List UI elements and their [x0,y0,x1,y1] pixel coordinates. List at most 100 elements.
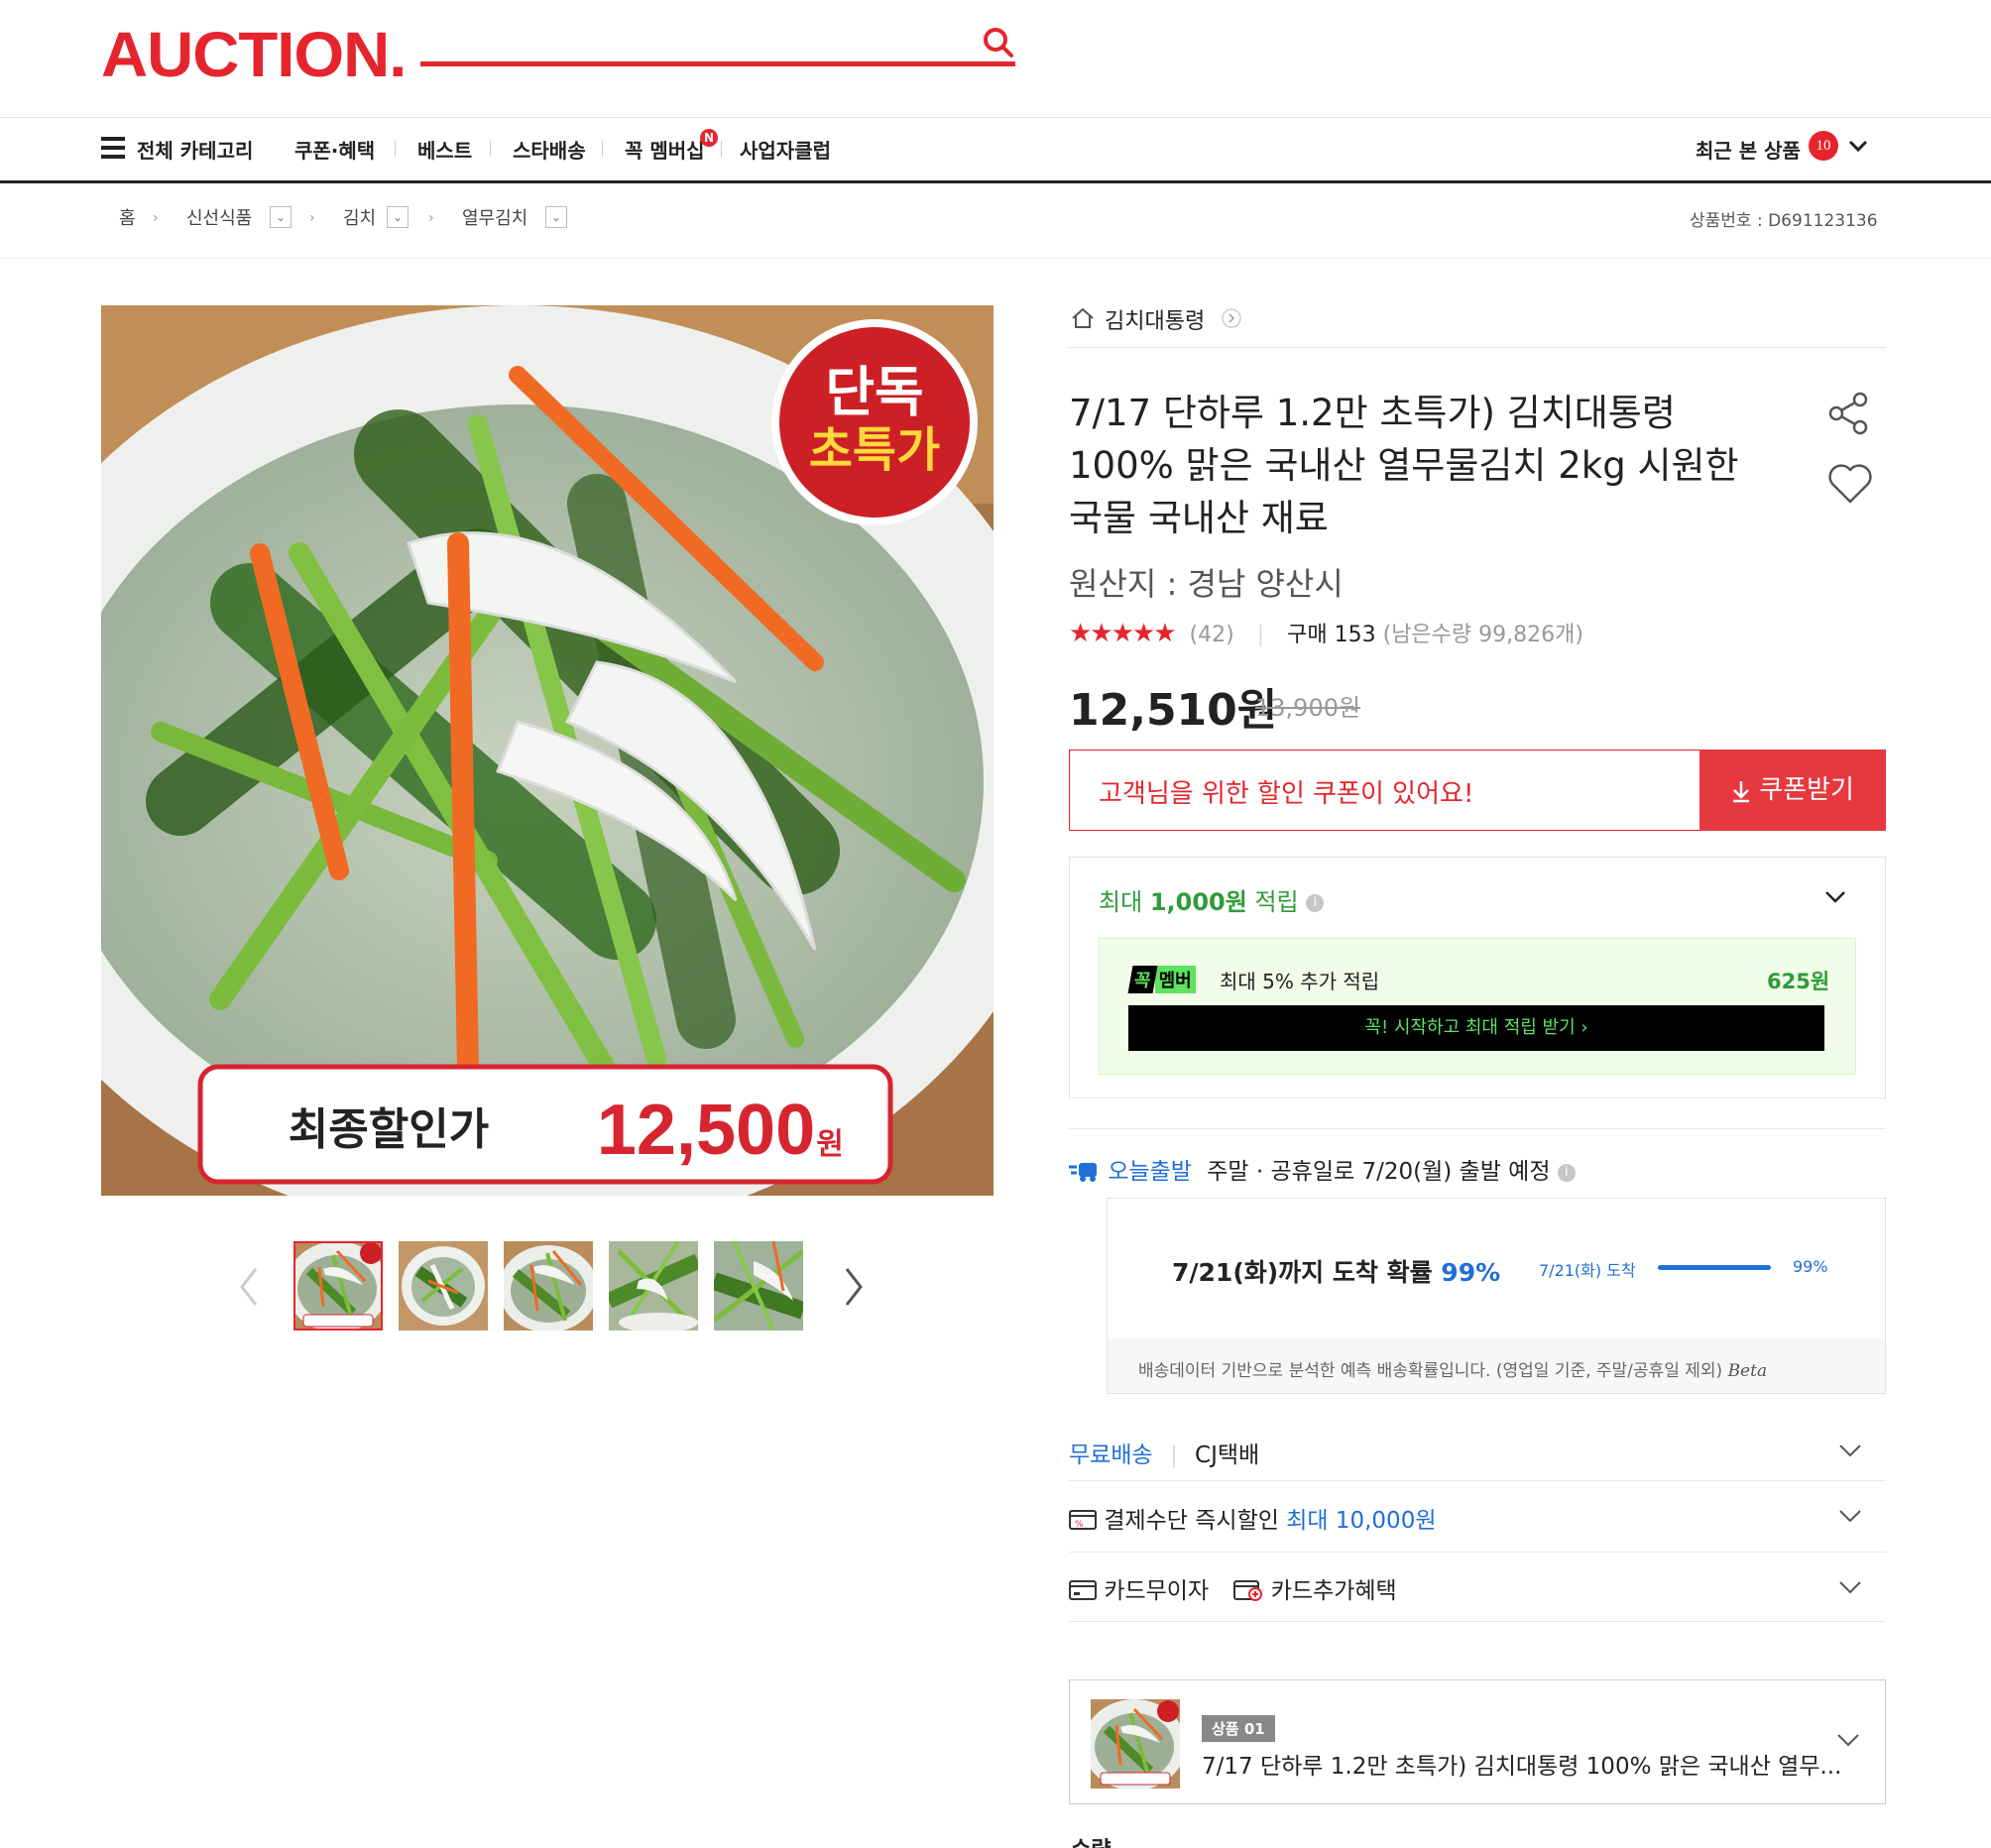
shipping-row-text: 무료배송 | CJ택배 [1069,1443,1260,1468]
chevron-down-icon[interactable] [1838,1444,1862,1457]
next-arrow-icon[interactable] [843,1267,865,1307]
thumbnail-2[interactable] [399,1241,488,1330]
search-input[interactable] [420,61,1015,66]
dropdown-icon[interactable]: ⌄ [545,206,567,228]
search-icon[interactable] [982,26,1015,59]
new-badge: N [700,129,718,147]
option-select[interactable] [1069,1679,1886,1804]
fast-delivery-icon [1069,1163,1097,1182]
points-prefix: 최대 [1099,888,1143,916]
rating-stars: ★★★★★ [1069,619,1177,648]
main-nav: 전체 카테고리 쿠폰·혜택 베스트 스타배송 꼭 멤버십 N 사업자클럽 최근 … [0,117,1991,182]
prev-arrow-icon[interactable] [238,1267,260,1307]
all-categories-button[interactable]: 전체 카테고리 [137,135,253,164]
arrival-small-pct: 99% [1793,1257,1828,1276]
beta-label: Beta [1727,1361,1768,1381]
chevron-down-icon[interactable] [1836,1733,1860,1747]
points-suffix: 적립 [1254,888,1299,916]
original-price: 13,900원 [1255,694,1361,722]
store-home-icon [1072,307,1094,328]
card-icon [1069,1580,1097,1600]
option-thumbnail [1091,1699,1180,1789]
thumbnail-1[interactable] [293,1241,383,1330]
heart-icon[interactable] [1826,462,1874,506]
membership-logo-a: 꼭 [1127,966,1158,993]
delivery-note: 배송데이터 기반으로 분석한 예측 배송확률입니다. (영업일 기준, 주말/공… [1138,1356,1767,1381]
arrival-progress-bar [1658,1265,1771,1270]
nav-membership[interactable]: 꼭 멤버십 [625,135,705,164]
breadcrumb-home[interactable]: 홈 [119,204,136,230]
share-icon[interactable] [1826,391,1872,436]
nav-star-delivery[interactable]: 스타배송 [513,135,586,164]
quantity-label: 수량 [1071,1832,1111,1848]
purchase-count: 구매 153 [1287,623,1376,647]
card-extra-benefit-label: 카드추가혜택 [1270,1578,1397,1604]
chevron-down-icon[interactable] [1838,1509,1862,1523]
dropdown-icon[interactable]: ⌄ [270,206,292,228]
payment-discount-text: % 결제수단 즉시할인 최대 10,000원 [1069,1501,1437,1535]
membership-text: 최대 5% 추가 적립 [1220,970,1380,993]
auction-logo[interactable]: AUCTION. [101,18,407,91]
nav-best[interactable]: 베스트 [417,135,472,164]
card-interest-label: 카드무이자 [1104,1578,1210,1604]
start-membership-button[interactable]: 꼭! 시작하고 최대 적립 받기 › [1128,1005,1824,1051]
arrival-small-label: 7/21(화) 도착 [1539,1261,1636,1280]
final-price-label: 최종할인가 [289,1105,489,1154]
membership-logo: 꼭 멤버 [1127,966,1196,993]
info-icon[interactable]: i [1557,1163,1576,1182]
recent-products-button[interactable]: 최근 본 상품 [1696,135,1801,164]
breadcrumb-level-3[interactable]: 열무김치 [462,204,527,230]
arrival-pct: 99% [1441,1258,1501,1287]
recent-count-badge: 10 [1809,131,1838,161]
product-title: 7/17 단하루 1.2만 초특가) 김치대통령 100% 맑은 국내산 열무물… [1069,392,1739,539]
chevron-down-icon[interactable] [1838,1580,1862,1594]
chevron-down-icon[interactable] [1848,139,1868,153]
chevron-circle-right-icon[interactable] [1222,308,1241,328]
chevron-right-icon: › [153,210,159,226]
thumbnail-5[interactable] [714,1241,803,1330]
delivery-note-text: 배송데이터 기반으로 분석한 예측 배송확률입니다. (영업일 기준, 주말/공… [1138,1361,1723,1381]
chevron-right-icon: › [428,210,434,226]
get-coupon-button[interactable]: 쿠폰받기 [1699,750,1886,831]
breadcrumb-level-2[interactable]: 김치 [343,204,376,230]
chevron-right-icon: › [309,210,315,226]
info-icon[interactable]: i [1306,894,1325,912]
membership-amount: 625원 [1767,970,1830,993]
nav-coupon[interactable]: 쿠폰·혜택 [294,135,375,164]
option-title: 7/17 단하루 1.2만 초특가) 김치대통령 100% 맑은 국내산 열무.… [1202,1754,1842,1780]
stock-count: (남은수량 99,826개) [1382,623,1583,647]
today-shipping: 오늘출발 주말 · 공휴일로 7/20(월) 출발 예정 i [1069,1152,1576,1186]
coupon-text: 고객님을 위한 할인 쿠폰이 있어요! [1099,779,1474,809]
card-plus-icon [1233,1580,1263,1601]
store-name-link[interactable]: 김치대통령 [1105,303,1205,335]
sale-price: 12,510원 [1069,685,1278,736]
image-badge-line1: 단독 [825,363,923,422]
card-benefit-text: 카드무이자 카드추가혜택 [1069,1571,1397,1605]
breadcrumb-level-1[interactable]: 신선식품 [186,204,252,230]
chevron-down-icon[interactable] [1824,890,1846,904]
today-shipping-text: 주말 · 공휴일로 7/20(월) 출발 예정 [1207,1159,1551,1185]
arrival-probability: 7/21(화)까지 도착 확률 99% [1172,1253,1500,1289]
max-points: 최대 1,000원 적립 i [1099,882,1325,917]
courier-name: CJ택배 [1195,1443,1260,1468]
nav-business-club[interactable]: 사업자클럽 [740,135,831,164]
thumbnail-4[interactable] [609,1241,698,1330]
review-count-link[interactable]: (42) [1190,623,1234,647]
image-badge-line2: 초특가 [809,424,940,477]
card-percent-icon: % [1069,1510,1097,1530]
menu-icon[interactable] [101,137,125,159]
option-badge: 상품 01 [1202,1715,1275,1742]
thumbnail-3[interactable] [504,1241,593,1330]
main-product-image[interactable]: 단독 초특가 최종할인가 12,500 원 [101,305,994,1196]
membership-logo-b: 멤버 [1154,966,1196,993]
get-coupon-label: 쿠폰받기 [1759,775,1854,805]
product-number: 상품번호 : D691123136 [1690,211,1878,231]
svg-text:%: % [1075,1520,1084,1530]
dropdown-icon[interactable]: ⌄ [387,206,409,228]
payment-discount-max: 최대 10,000원 [1286,1508,1437,1534]
rating-row: ★★★★★ (42) | 구매 153 (남은수량 99,826개) [1069,619,1583,648]
arrival-text: 7/21(화)까지 도착 확률 [1172,1258,1433,1287]
free-shipping-label: 무료배송 [1069,1443,1153,1468]
origin-text: 원산지 : 경남 양산시 [1069,565,1344,603]
final-price-unit: 원 [816,1128,844,1161]
